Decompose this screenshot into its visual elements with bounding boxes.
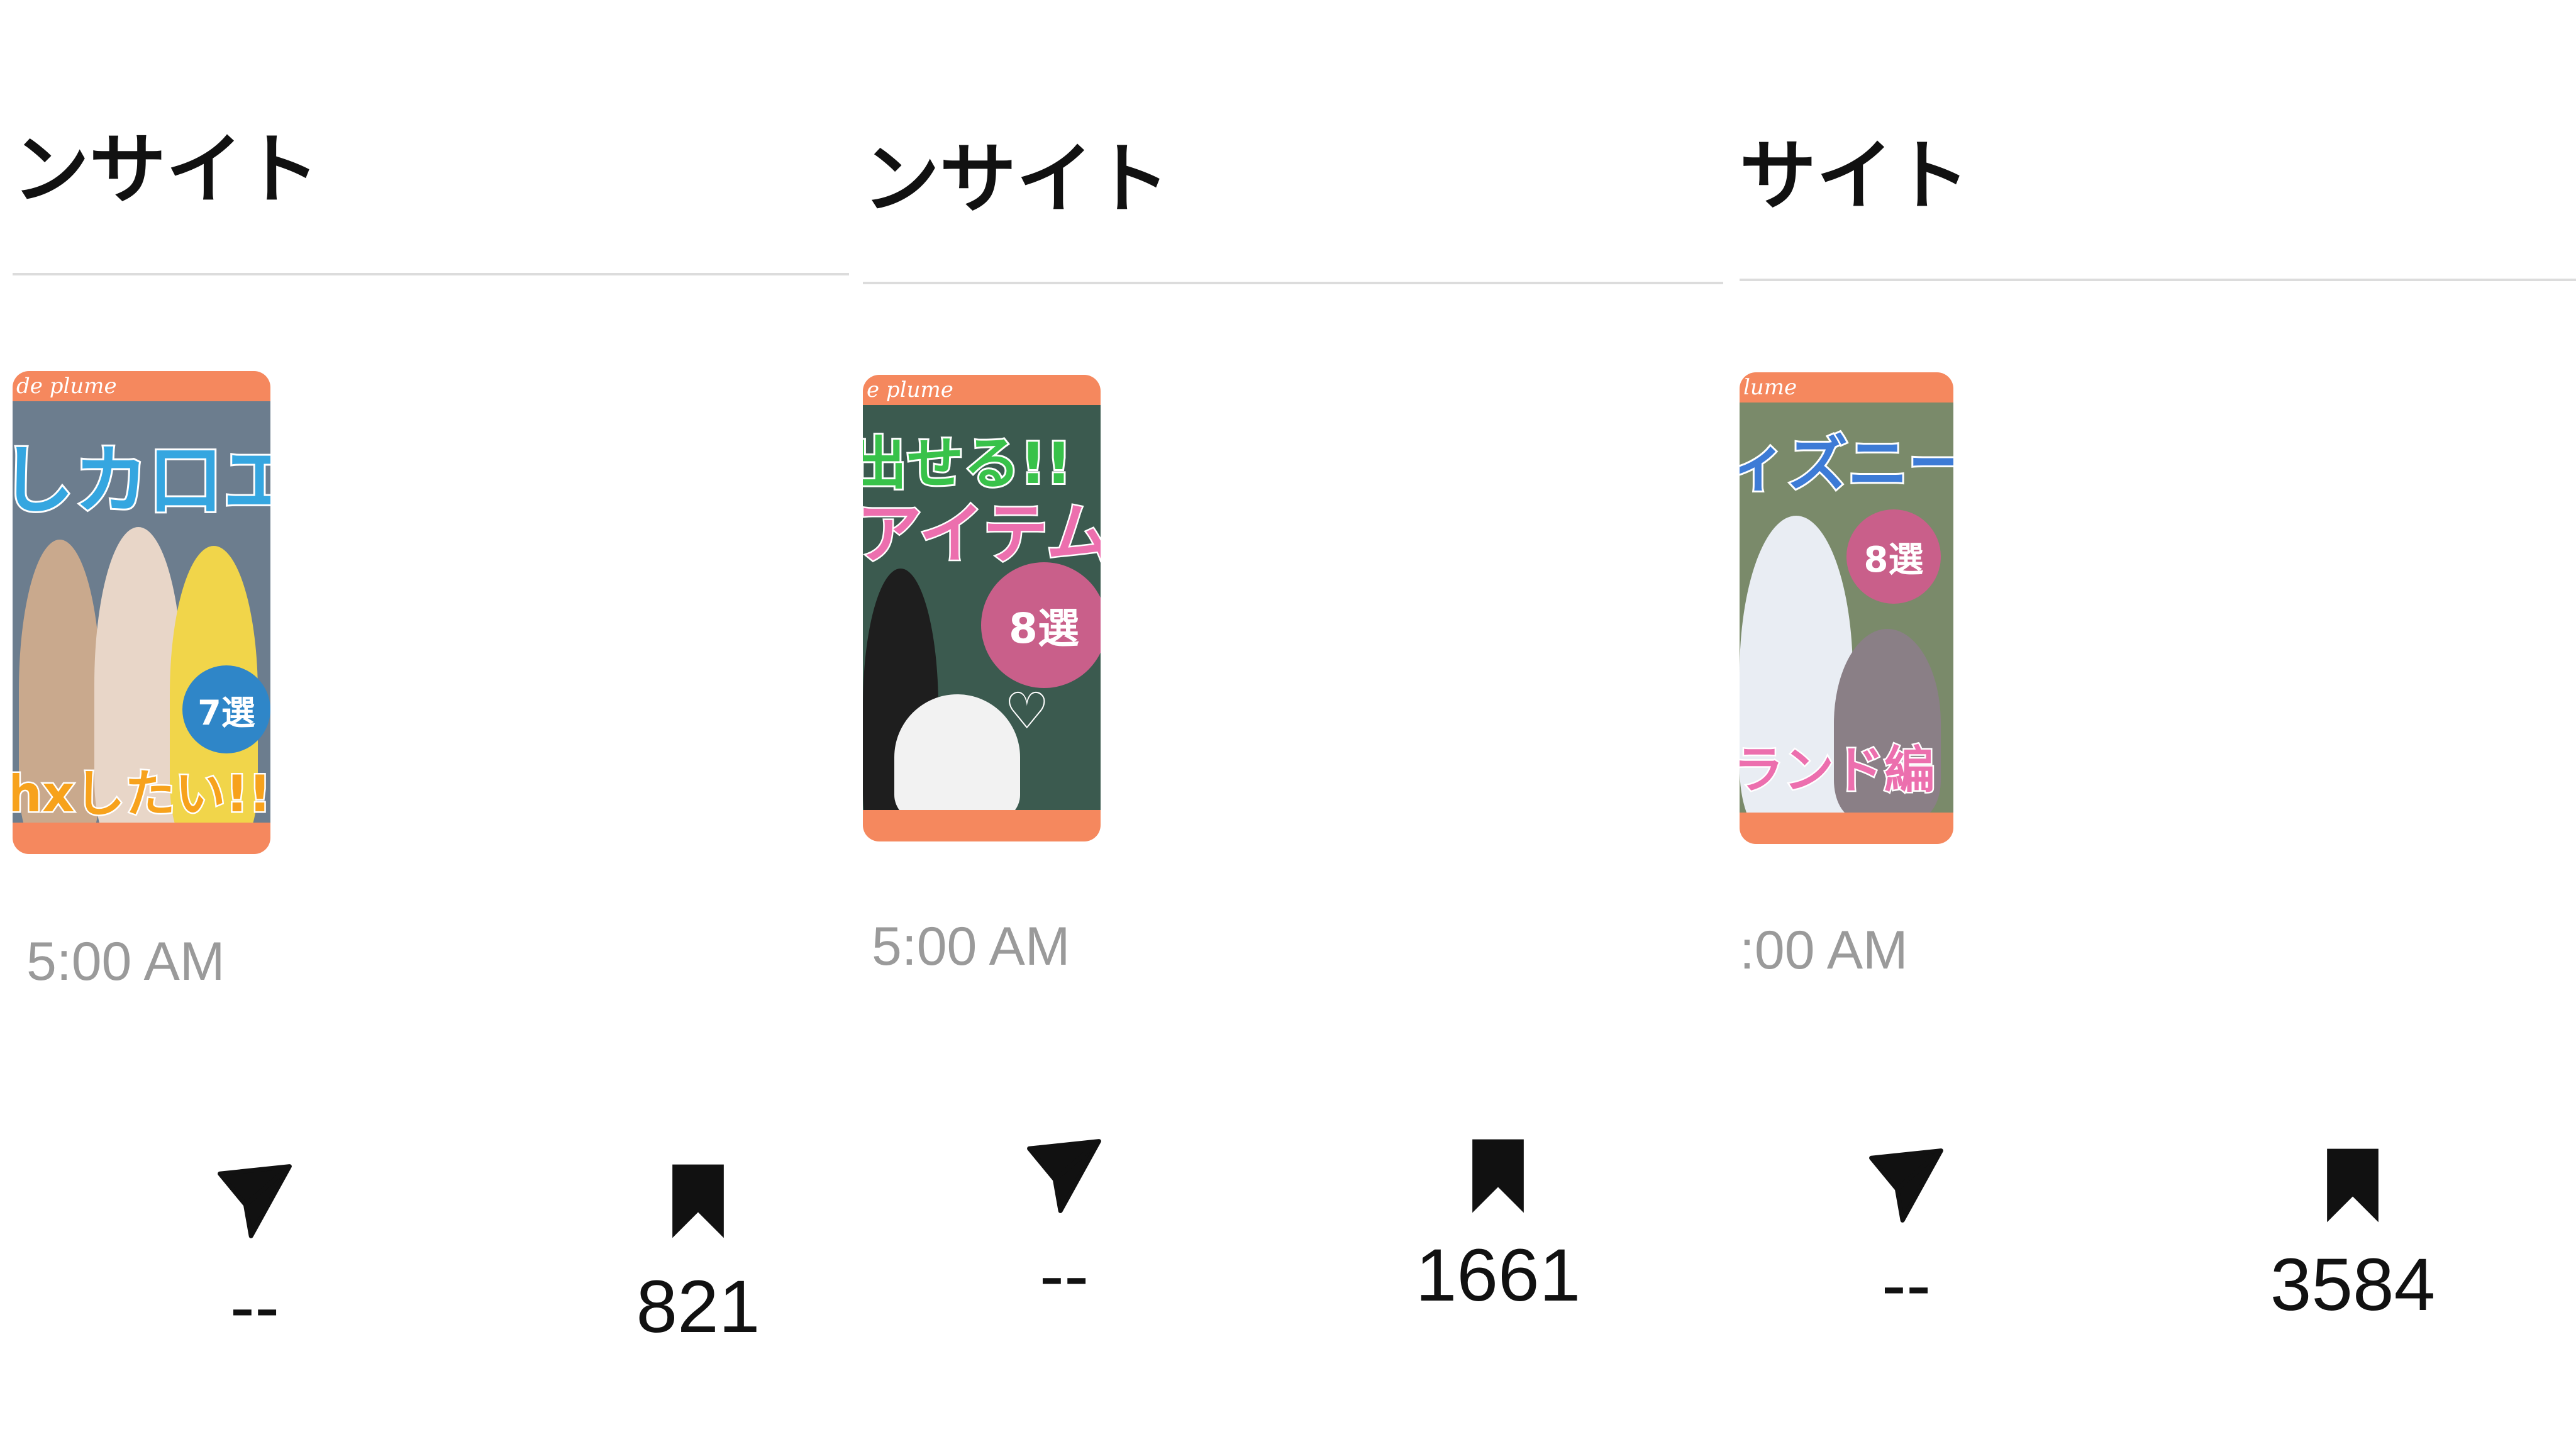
thumbnail-headline: ィズニー: [1740, 427, 1953, 501]
post-thumbnail[interactable]: de plume しカ口エ 7選 hxしたい!!: [13, 371, 270, 854]
send-icon: [1020, 1132, 1108, 1220]
send-icon: [1862, 1141, 1950, 1230]
insight-panel-1: ンサイト de plume しカ口エ 7選 hxしたい!! 5:00 AM --…: [0, 0, 858, 1449]
bookmark-icon: [1454, 1132, 1542, 1220]
thumbnail-photo: 出せる!! アイテム 8選 ♡: [863, 405, 1101, 810]
shares-count: --: [1039, 1234, 1089, 1317]
thumbnail-brand: de plume: [16, 374, 117, 399]
thumbnail-brand: e plume: [867, 377, 953, 402]
post-timestamp: 5:00 AM: [26, 931, 225, 992]
count-badge: 8選: [981, 562, 1101, 688]
header-divider: [1740, 279, 2576, 281]
saves-count: 3584: [2270, 1243, 2436, 1326]
heart-icon: ♡: [1004, 682, 1050, 740]
saves-count: 1661: [1415, 1234, 1581, 1317]
post-timestamp: :00 AM: [1740, 920, 1908, 980]
bookmark-icon: [654, 1157, 742, 1245]
header-divider: [13, 273, 849, 275]
shares-count: --: [1881, 1243, 1931, 1326]
thumbnail-subhead: アイテム: [863, 494, 1101, 574]
post-thumbnail[interactable]: lume ィズニー 8選 ランド編: [1740, 372, 1953, 844]
page-title: ンサイト: [863, 135, 1170, 224]
shares-count: --: [230, 1265, 280, 1348]
thumbnail-subhead: hxしたい!!: [13, 763, 270, 823]
page-title: ンサイト: [13, 125, 319, 214]
thumbnail-photo: しカ口エ 7選 hxしたい!!: [13, 401, 270, 823]
thumbnail-photo: ィズニー 8選 ランド編: [1740, 402, 1953, 813]
count-badge: 8選: [1846, 509, 1941, 604]
page-title: サイト: [1740, 131, 1970, 221]
bookmark-icon: [2309, 1141, 2397, 1230]
person-figure: [894, 694, 1020, 810]
thumbnail-subhead: ランド編: [1740, 740, 1936, 801]
saves-count: 821: [636, 1265, 760, 1348]
count-badge: 7選: [182, 665, 270, 753]
send-icon: [211, 1157, 299, 1245]
insight-screens: ンサイト de plume しカ口エ 7選 hxしたい!! 5:00 AM --…: [0, 0, 2576, 1449]
insight-panel-3: サイト lume ィズニー 8選 ランド編 :00 AM -- 3584: [1740, 0, 2576, 1449]
post-timestamp: 5:00 AM: [872, 916, 1070, 977]
header-divider: [863, 282, 1723, 284]
post-thumbnail[interactable]: e plume 出せる!! アイテム 8選 ♡: [863, 375, 1101, 841]
thumbnail-brand: lume: [1743, 375, 1797, 400]
insight-panel-2: ンサイト e plume 出せる!! アイテム 8選 ♡ 5:00 AM -- …: [863, 0, 1723, 1449]
thumbnail-headline: しカ口エ: [13, 435, 270, 526]
